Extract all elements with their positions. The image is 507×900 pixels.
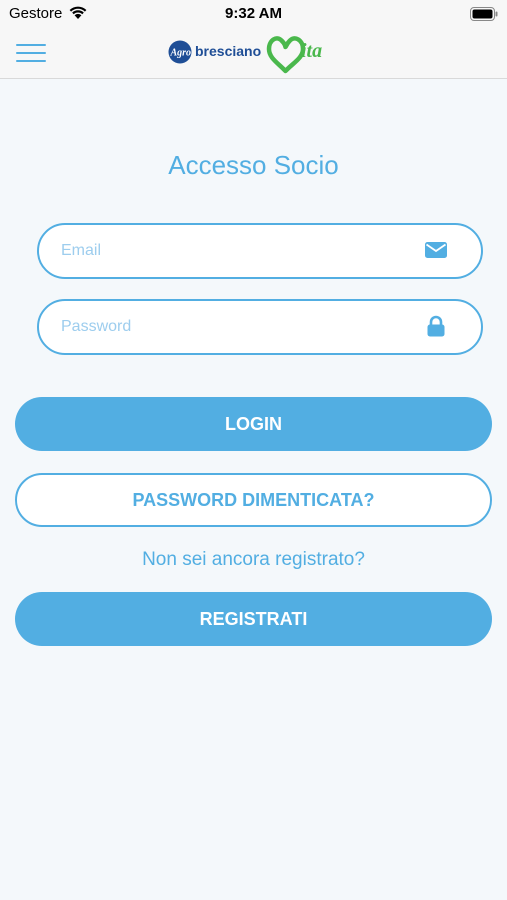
register-prompt: Non sei ancora registrato? [142,549,365,570]
lock-icon [427,315,445,337]
logo-brand-text: bresciano [195,43,261,59]
heart-v-icon [266,36,306,74]
password-input[interactable] [61,301,421,353]
login-screen: Gestore 9:32 AM Agro bresciano ita Acces… [0,0,507,900]
page-title: Accesso Socio [168,150,339,180]
forgot-password-button[interactable]: PASSWORD DIMENTICATA? [15,473,492,527]
status-bar: Gestore 9:32 AM [0,0,507,28]
logo-suffix-text: ita [301,40,322,62]
status-time: 9:32 AM [225,5,282,22]
envelope-icon [425,242,447,258]
navigation-bar: Agro bresciano ita [0,28,507,79]
login-button[interactable]: LOGIN [15,397,492,451]
agrobresciano-vita-logo: Agro bresciano ita [168,36,322,74]
password-field-container [37,299,483,355]
hamburger-icon[interactable] [16,43,46,63]
register-button[interactable]: REGISTRATI [15,592,492,646]
email-input[interactable] [61,225,421,277]
battery-icon [470,7,498,21]
email-field-container [37,223,483,279]
logo-prefix-text: Agro [170,48,192,59]
